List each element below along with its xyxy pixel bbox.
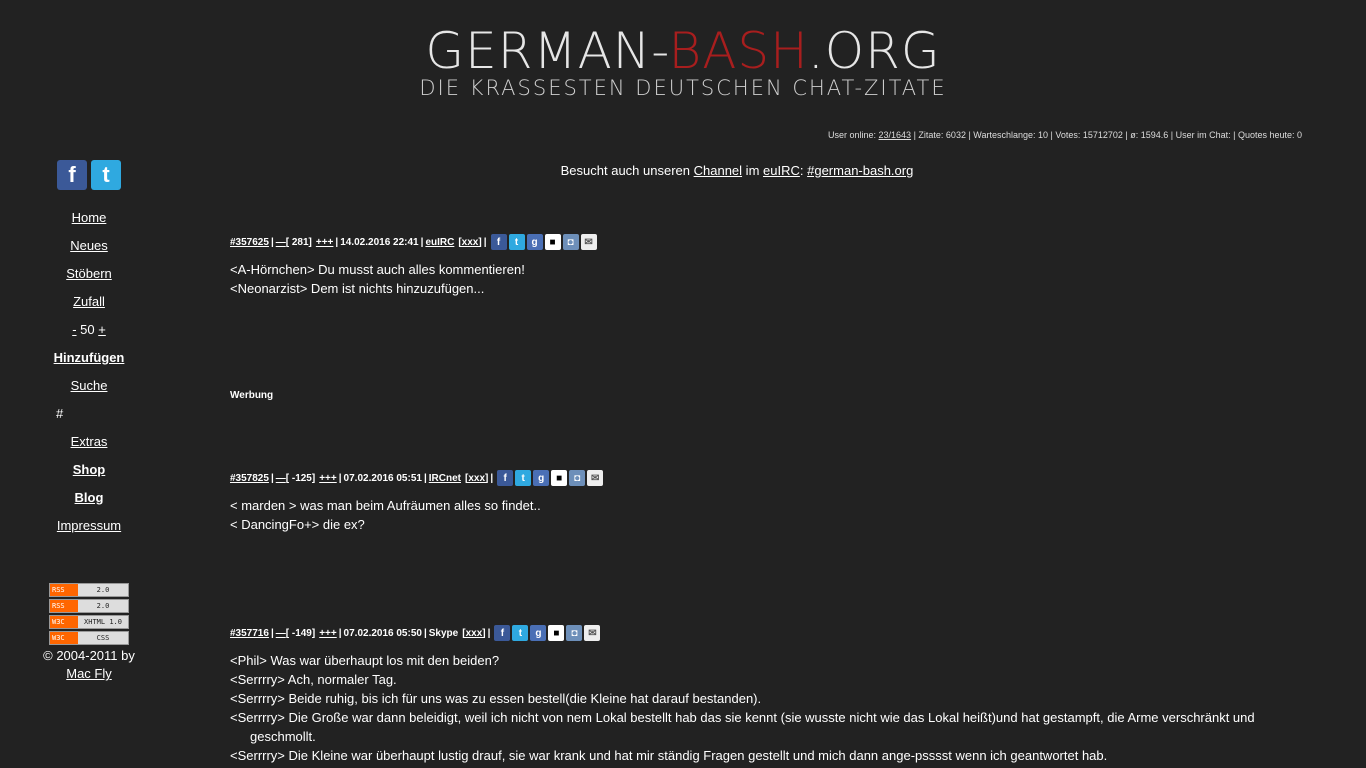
nav-hinzufuegen[interactable]: Hinzufügen: [54, 350, 125, 365]
nav-suche[interactable]: Suche: [71, 378, 108, 393]
quote-id-link[interactable]: #357625: [230, 237, 269, 248]
share-icons: f t g ■ ◘ ✉: [490, 234, 597, 250]
quote-header: #357625 | —[ 281] +++ | 14.02.2016 22:41 | e…: [230, 233, 597, 251]
google-icon[interactable]: g: [530, 625, 547, 641]
quote-network: Skype: [428, 627, 459, 639]
quote-score: [ -125]: [285, 472, 316, 484]
vote-up-link[interactable]: +++: [319, 473, 337, 484]
quote-id-link[interactable]: #357716: [230, 628, 269, 639]
share-icons: f t g ■ ◘ ✉: [494, 625, 601, 641]
quote-date: 14.02.2016 22:41: [340, 236, 419, 248]
copyright: © 2004-2011 by Mac Fly: [43, 648, 135, 681]
site-logo[interactable]: GERMAN-BASH.ORG DIE KRASSESTEN DEUTSCHEN…: [0, 22, 1366, 100]
quote-header: #357825 | —[ -125] +++ | 07.02.2016 05:51 | …: [230, 469, 604, 487]
irc-channel-link[interactable]: #german-bash.org: [807, 163, 913, 178]
sidebar: f t Home Neues Stöbern Zufall - 50 + Hin…: [34, 160, 144, 683]
main-nav: Home Neues Stöbern Zufall - 50 + Hinzufü…: [34, 209, 144, 545]
channel-notice: Besucht auch unseren Channel im euIRC: #…: [560, 163, 914, 178]
quote: #357625 | —[ 281] +++ | 14.02.2016 22:41 | e…: [230, 233, 597, 298]
rss-badge[interactable]: RSS 2.0: [49, 599, 129, 613]
mister-wong-icon[interactable]: ◘: [569, 470, 586, 486]
social-links: f t: [34, 160, 144, 190]
nav-home[interactable]: Home: [72, 210, 107, 225]
google-icon[interactable]: g: [526, 234, 543, 250]
report-link[interactable]: [xxx]: [465, 473, 488, 484]
vote-down-link[interactable]: —: [276, 628, 286, 639]
twitter-icon[interactable]: t: [508, 234, 525, 250]
nav-top-50: 50: [76, 322, 99, 337]
quote: #357716 | —[ -149] +++ | 07.02.2016 05:50 | …: [230, 624, 1260, 765]
nav-zufall[interactable]: Zufall: [73, 294, 105, 309]
quote-score: [ 281]: [285, 236, 312, 248]
facebook-icon[interactable]: f: [490, 234, 507, 250]
quote-text: <A-Hörnchen> Du musst auch alles komment…: [230, 262, 525, 296]
quote-header: #357716 | —[ -149] +++ | 07.02.2016 05:50 | …: [230, 624, 1260, 642]
nav-stoebern[interactable]: Stöbern: [66, 266, 112, 281]
nav-hash: #: [56, 406, 64, 421]
facebook-icon[interactable]: f: [57, 160, 87, 190]
facebook-icon[interactable]: f: [497, 470, 514, 486]
facebook-icon[interactable]: f: [494, 625, 511, 641]
badges: RSS 2.0 RSS 2.0 W3C XHTML 1.0 W3C CSS: [34, 583, 144, 645]
mister-wong-icon[interactable]: ◘: [562, 234, 579, 250]
logo-subtitle: DIE KRASSESTEN DEUTSCHEN CHAT-ZITATE: [419, 76, 947, 100]
nav-extras[interactable]: Extras: [71, 434, 108, 449]
mail-icon[interactable]: ✉: [580, 234, 597, 250]
w3c-css-badge[interactable]: W3C CSS: [49, 631, 129, 645]
rss-badge[interactable]: RSS 2.0: [49, 583, 129, 597]
quote-id-link[interactable]: #357825: [230, 473, 269, 484]
vote-up-link[interactable]: +++: [316, 237, 334, 248]
network-link[interactable]: euIRC: [763, 163, 800, 178]
delicious-icon[interactable]: ■: [551, 470, 568, 486]
delicious-icon[interactable]: ■: [544, 234, 561, 250]
ad-label: Werbung: [230, 390, 274, 401]
logo-title: GERMAN-BASH.ORG: [425, 22, 941, 80]
google-icon[interactable]: g: [533, 470, 550, 486]
author-link[interactable]: Mac Fly: [66, 666, 112, 681]
w3c-xhtml-badge[interactable]: W3C XHTML 1.0: [49, 615, 129, 629]
twitter-icon[interactable]: t: [91, 160, 121, 190]
nav-impressum[interactable]: Impressum: [57, 518, 121, 533]
mail-icon[interactable]: ✉: [584, 625, 601, 641]
delicious-icon[interactable]: ■: [548, 625, 565, 641]
share-icons: f t g ■ ◘ ✉: [497, 470, 604, 486]
twitter-icon[interactable]: t: [512, 625, 529, 641]
quote-date: 07.02.2016 05:51: [343, 472, 422, 484]
quote-score: [ -149]: [285, 627, 316, 639]
channel-link[interactable]: Channel: [694, 163, 742, 178]
mail-icon[interactable]: ✉: [587, 470, 604, 486]
quote-text: <Phil> Was war überhaupt los mit den bei…: [230, 653, 1255, 763]
nav-neues[interactable]: Neues: [70, 238, 108, 253]
quote-network-link[interactable]: euIRC: [425, 237, 454, 248]
report-link[interactable]: [xxx]: [458, 237, 481, 248]
twitter-icon[interactable]: t: [515, 470, 532, 486]
mister-wong-icon[interactable]: ◘: [566, 625, 583, 641]
nav-top-plus[interactable]: +: [98, 322, 106, 337]
report-link[interactable]: [xxx]: [462, 628, 485, 639]
site-stats: User online: 23/1643 | Zitate: 6032 | Wa…: [828, 130, 1302, 140]
nav-shop[interactable]: Shop: [73, 462, 106, 477]
quote-text: < marden > was man beim Aufräumen alles …: [230, 498, 541, 532]
vote-up-link[interactable]: +++: [319, 628, 337, 639]
nav-blog[interactable]: Blog: [75, 490, 104, 505]
vote-down-link[interactable]: —: [276, 473, 286, 484]
quote-network-link[interactable]: IRCnet: [429, 473, 461, 484]
users-online-link[interactable]: 23/1643: [879, 130, 912, 140]
quote-date: 07.02.2016 05:50: [343, 627, 422, 639]
quote: #357825 | —[ -125] +++ | 07.02.2016 05:51 | …: [230, 469, 604, 534]
vote-down-link[interactable]: —: [276, 237, 286, 248]
